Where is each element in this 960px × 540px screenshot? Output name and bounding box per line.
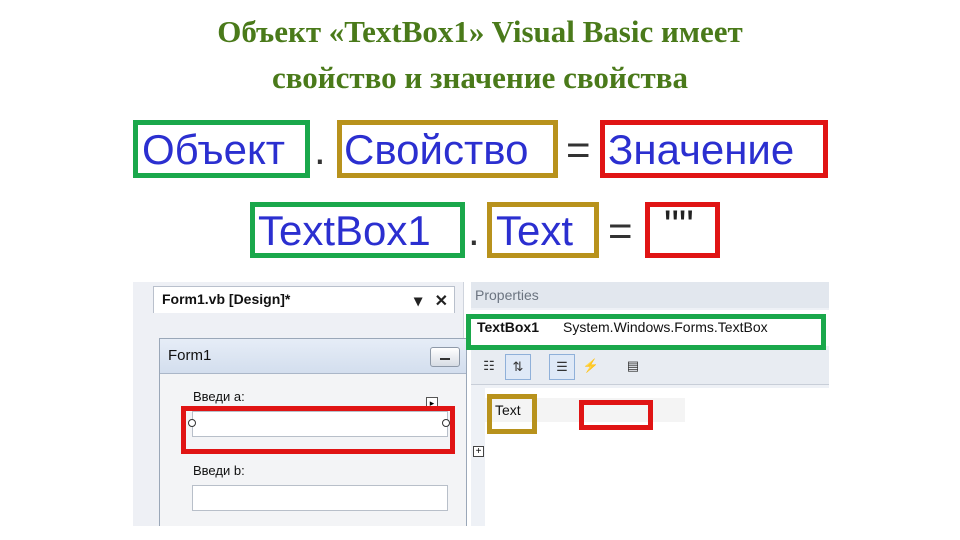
form-designer: Form1.vb [Design]* ▾ ✕ Form1 Введи a: ▸ … [133, 282, 467, 526]
syntax-object: Объект [142, 126, 286, 173]
pin-icon[interactable]: ▾ [414, 293, 422, 310]
textbox-highlight-box [181, 406, 455, 454]
label-b: Введи b: [193, 463, 245, 478]
properties-header: Properties [471, 282, 829, 308]
example-equals: = [608, 207, 633, 254]
textbox2-field[interactable] [192, 485, 448, 511]
object-selector-highlight [466, 314, 826, 350]
properties-view-icon[interactable]: ☰ [549, 354, 575, 380]
example-value: "" [664, 201, 694, 248]
slide-title-line-1: Объект «TextBox1» Visual Basic имеет [217, 14, 743, 49]
property-pages-icon[interactable]: ▤ [621, 354, 645, 378]
example-property: Text [496, 207, 574, 254]
events-icon[interactable]: ⚡ [579, 354, 603, 378]
minimize-button[interactable] [430, 347, 460, 367]
example-object: TextBox1 [258, 207, 431, 254]
label-a: Введи a: [193, 389, 245, 404]
tab-label: Form1.vb [Design]* [162, 291, 291, 307]
close-icon[interactable]: ✕ [435, 293, 448, 310]
syntax-value: Значение [608, 126, 795, 173]
form-title: Form1 [168, 347, 212, 364]
grid-gutter: + [471, 388, 485, 526]
properties-title: Properties [475, 287, 539, 303]
syntax-property: Свойство [344, 126, 529, 173]
expand-icon[interactable]: + [473, 446, 484, 457]
slide-title-line-2: свойство и значение свойства [272, 60, 688, 95]
tab-form1-design[interactable]: Form1.vb [Design]* ▾ ✕ [153, 286, 455, 313]
categorized-icon[interactable]: ☷ [477, 354, 501, 378]
property-name-highlight [487, 394, 537, 434]
property-value-highlight [579, 400, 653, 430]
syntax-dot: . [314, 126, 326, 173]
form-titlebar: Form1 [160, 339, 466, 374]
alphabetical-icon[interactable]: ⇅ [505, 354, 531, 380]
example-dot: . [468, 207, 480, 254]
ide-screenshot: Form1.vb [Design]* ▾ ✕ Form1 Введи a: ▸ … [133, 282, 829, 526]
properties-panel: Properties TextBox1 System.Windows.Forms… [466, 282, 829, 526]
syntax-equals: = [566, 126, 591, 173]
properties-toolbar: ☷ ⇅ ☰ ⚡ ▤ [471, 350, 829, 385]
